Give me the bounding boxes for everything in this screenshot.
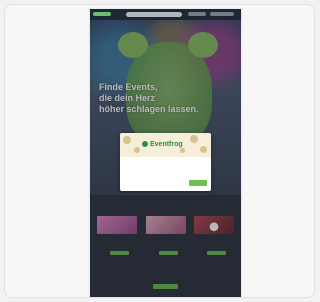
confetti-dot bbox=[200, 146, 207, 153]
modal-accept-button[interactable] bbox=[189, 180, 207, 186]
modal-banner: Eventfrog bbox=[120, 133, 211, 157]
confetti-dot bbox=[134, 147, 140, 153]
confetti-dot bbox=[123, 136, 131, 144]
nav-link-primary[interactable] bbox=[188, 12, 206, 16]
confetti-dot bbox=[180, 148, 185, 153]
cookie-consent-modal: Eventfrog bbox=[120, 133, 211, 191]
website-screenshot: Finde Events, die dein Herz höher schlag… bbox=[90, 9, 241, 297]
search-input[interactable] bbox=[126, 12, 182, 17]
site-header bbox=[90, 9, 241, 20]
confetti-dot bbox=[190, 135, 198, 143]
frog-logo-icon bbox=[142, 141, 148, 147]
modal-logo: Eventfrog bbox=[142, 141, 183, 148]
site-logo[interactable] bbox=[93, 12, 111, 16]
preview-card: Finde Events, die dein Herz höher schlag… bbox=[4, 4, 315, 298]
nav-link-secondary[interactable] bbox=[210, 12, 234, 16]
modal-brand: Eventfrog bbox=[150, 141, 183, 148]
